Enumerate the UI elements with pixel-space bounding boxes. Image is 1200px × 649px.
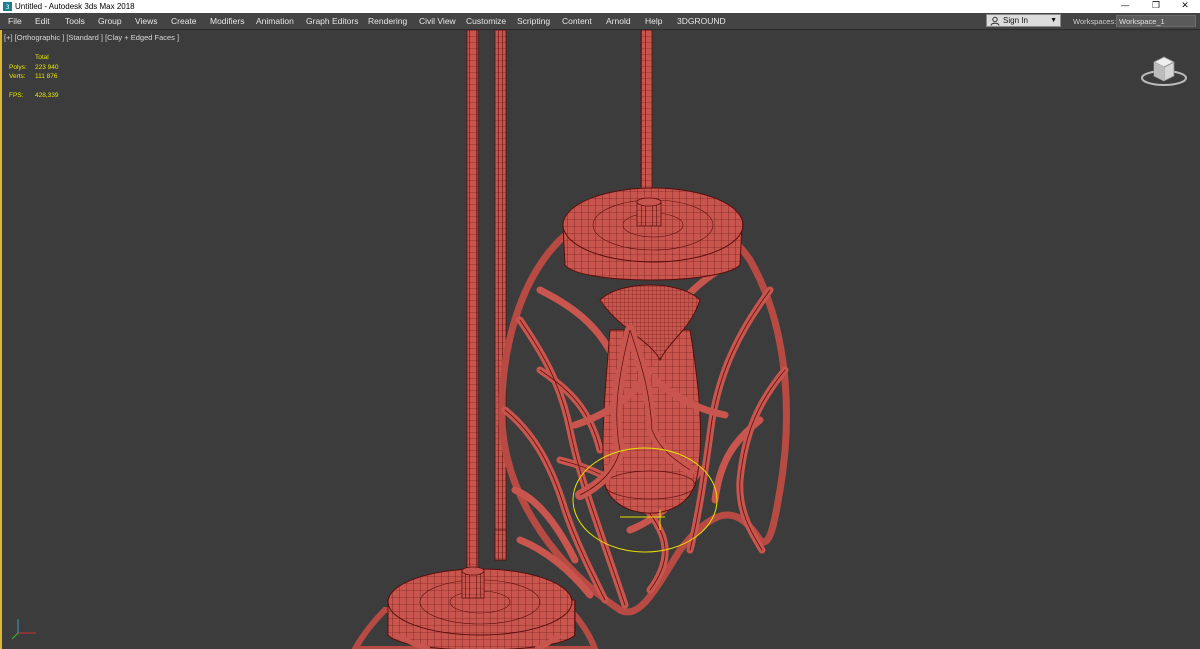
verts-value: 111 876 [35, 73, 58, 80]
axis-tripod-icon [11, 619, 36, 640]
sign-in-label: Sign In [1003, 16, 1028, 25]
close-icon[interactable]: ✕ [1170, 0, 1200, 13]
restore-icon[interactable]: ❐ [1141, 0, 1171, 13]
menu-scripting[interactable]: Scripting [517, 15, 550, 27]
lamp-second [351, 566, 599, 649]
menu-arnold[interactable]: Arnold [606, 15, 631, 27]
menu-group[interactable]: Group [98, 15, 122, 27]
menu-3dground[interactable]: 3DGROUND [677, 15, 726, 27]
menu-help[interactable]: Help [645, 15, 662, 27]
fps-label: FPS: [9, 92, 24, 99]
app-logo-icon: 3 [3, 2, 12, 11]
polys-value: 223 940 [35, 63, 59, 71]
workspace-value: Workspace_1 [1119, 17, 1165, 26]
chevron-down-icon: ▼ [1050, 17, 1057, 24]
cord-right [640, 30, 653, 216]
menu-file[interactable]: File [8, 15, 22, 27]
workspace-select[interactable]: Workspace_1 [1116, 15, 1196, 27]
viewport-label[interactable]: [+] [Orthographic ] [Standard ] [Clay + … [4, 33, 179, 42]
stats-header: Total [35, 54, 49, 61]
polys-label: Polys: [9, 63, 27, 71]
scene-render [351, 30, 790, 649]
menu-graph-editors[interactable]: Graph Editors [306, 15, 358, 27]
menu-views[interactable]: Views [135, 15, 158, 27]
fps-value: 428,339 [35, 92, 59, 99]
cord-middle [494, 30, 507, 561]
workspaces-label: Workspaces: [1073, 17, 1117, 26]
menu-modifiers[interactable]: Modifiers [210, 15, 244, 27]
cord-left [466, 30, 479, 591]
menu-rendering[interactable]: Rendering [368, 15, 407, 27]
lamp-cap-main [562, 187, 744, 281]
cord-middle-front [494, 529, 507, 561]
menu-content[interactable]: Content [562, 15, 592, 27]
menu-animation[interactable]: Animation [256, 15, 294, 27]
sign-in-dropdown[interactable]: Sign In ▼ [986, 14, 1061, 27]
menu-customize[interactable]: Customize [466, 15, 506, 27]
minimize-icon[interactable]: — [1110, 0, 1140, 13]
menu-civil-view[interactable]: Civil View [419, 15, 456, 27]
svg-text:3: 3 [5, 4, 9, 11]
menu-tools[interactable]: Tools [65, 15, 85, 27]
menu-edit[interactable]: Edit [35, 15, 50, 27]
window-title: Untitled - Autodesk 3ds Max 2018 [15, 2, 135, 11]
user-icon [990, 16, 1000, 26]
menu-create[interactable]: Create [171, 15, 197, 27]
perspective-viewport[interactable]: [+] [Orthographic ] [Standard ] [Clay + … [0, 30, 1200, 649]
viewport-active-border [0, 30, 2, 649]
title-bar: 3 Untitled - Autodesk 3ds Max 2018 — ❐ ✕ [0, 0, 1200, 13]
viewcube-icon[interactable] [1138, 48, 1190, 90]
verts-label: Verts: [9, 73, 26, 80]
